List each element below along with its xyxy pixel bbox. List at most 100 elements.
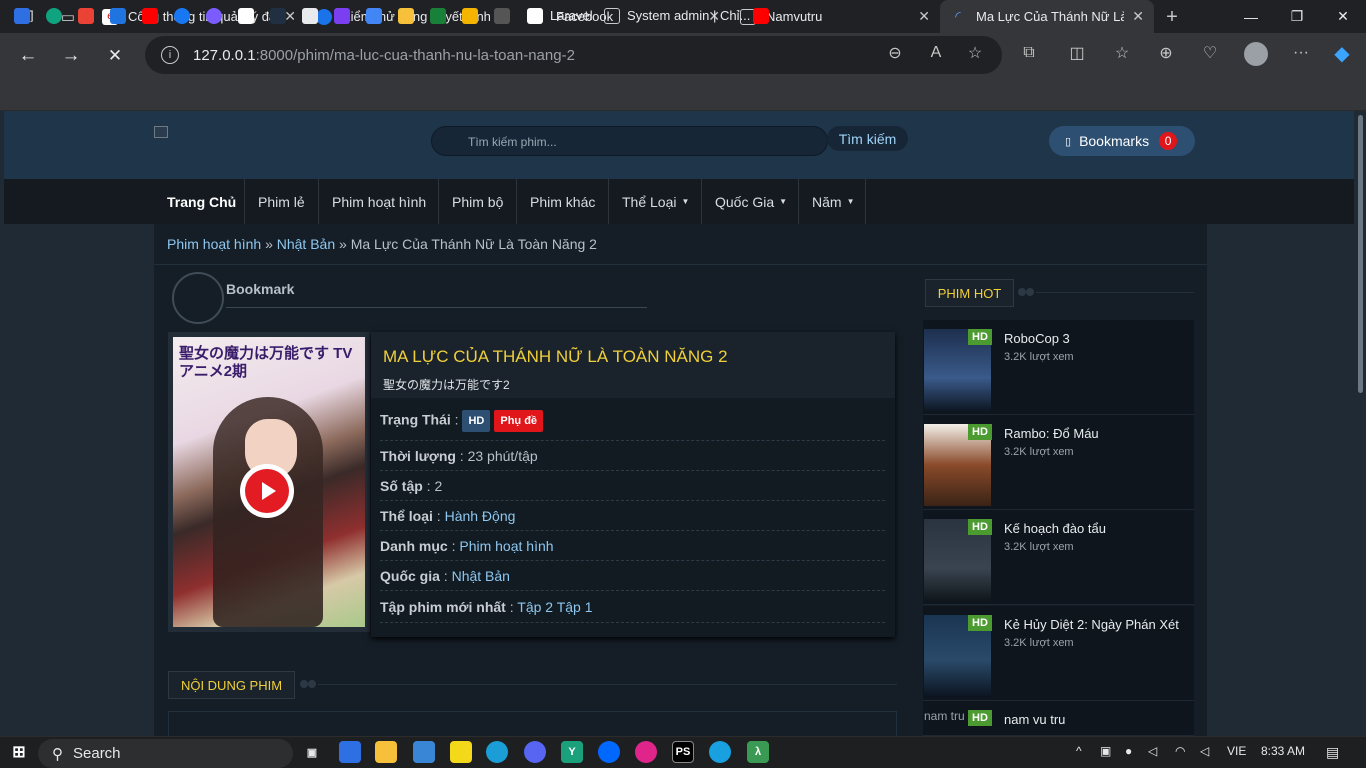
windows-start-icon[interactable]: ⊞: [8, 741, 30, 763]
menu-phim-le[interactable]: Phim lẻ: [258, 179, 305, 224]
site-logo[interactable]: [154, 126, 168, 138]
close-tab-icon[interactable]: ✕: [918, 8, 930, 25]
page-scrollbar[interactable]: [1356, 111, 1366, 736]
sticky-notes-icon[interactable]: [450, 741, 472, 763]
search-button[interactable]: Tìm kiếm: [827, 126, 908, 151]
play-button[interactable]: [240, 464, 294, 518]
app-icon[interactable]: [635, 741, 657, 763]
back-icon[interactable]: ←: [15, 43, 41, 69]
genre-link[interactable]: Hành Động: [445, 508, 516, 524]
menu-phim-bo[interactable]: Phim bộ: [452, 179, 503, 224]
menu-the-loai[interactable]: Thể Loại ▼: [622, 179, 689, 224]
hot-movie-item[interactable]: HD Kế hoạch đào tẩu 3.2K lượt xem: [923, 510, 1194, 605]
bookmarks-button[interactable]: ▯ Bookmarks 0: [1049, 126, 1195, 156]
url-text[interactable]: 127.0.0.1:8000/phim/ma-luc-cua-thanh-nu-…: [193, 47, 575, 64]
folder-icon[interactable]: [398, 8, 414, 24]
youtube-icon[interactable]: [142, 8, 158, 24]
close-tab-icon[interactable]: ✕: [1132, 8, 1144, 25]
hot-movie-item[interactable]: nam tru HD nam vu tru: [923, 701, 1194, 736]
show-hidden-icons[interactable]: ^: [1076, 744, 1082, 758]
bookmark-icon[interactable]: [494, 8, 510, 24]
speaker-icon[interactable]: ◁: [1148, 744, 1157, 758]
laravel-icon[interactable]: [527, 8, 543, 24]
breadcrumb-link-category[interactable]: Phim hoạt hình: [167, 236, 261, 252]
menu-trang-chu[interactable]: Trang Chủ: [167, 179, 236, 224]
bookmark-toggle[interactable]: [172, 272, 224, 324]
app-icon[interactable]: λ: [747, 741, 769, 763]
facebook-icon[interactable]: [174, 8, 190, 24]
movie-views: 3.2K lượt xem: [1004, 351, 1074, 363]
address-bar[interactable]: i 127.0.0.1:8000/phim/ma-luc-cua-thanh-n…: [145, 36, 1002, 74]
performance-icon[interactable]: ♡: [1199, 42, 1221, 64]
minimize-icon[interactable]: —: [1228, 0, 1274, 33]
gmail-icon[interactable]: [78, 8, 94, 24]
tray-icon[interactable]: ▣: [1100, 744, 1111, 758]
menu-phim-hoat-hinh[interactable]: Phim hoạt hình: [332, 179, 426, 224]
messenger-icon[interactable]: [206, 8, 222, 24]
file-explorer-icon[interactable]: [375, 741, 397, 763]
wifi-icon[interactable]: ◠: [1175, 744, 1185, 758]
clock[interactable]: 8:33 AM: [1261, 744, 1305, 758]
mail-icon[interactable]: [413, 741, 435, 763]
favorites-icon[interactable]: ☆: [1111, 42, 1133, 64]
bookmark-icon[interactable]: [270, 8, 286, 24]
notifications-icon[interactable]: ▤: [1326, 744, 1339, 761]
microphone-icon[interactable]: ●: [1125, 744, 1132, 758]
bookmark-icon[interactable]: [14, 8, 30, 24]
chatgpt-icon[interactable]: [46, 8, 62, 24]
more-menu-icon[interactable]: ···: [1290, 42, 1312, 64]
search-input[interactable]: Tìm kiếm phim...: [431, 126, 828, 156]
favorite-star-icon[interactable]: ☆: [964, 42, 986, 64]
bookmark-icon[interactable]: [334, 8, 350, 24]
youtube-icon[interactable]: [753, 8, 769, 24]
collections-icon[interactable]: ⊕: [1155, 42, 1177, 64]
hot-movie-item[interactable]: HD RoboCop 3 3.2K lượt xem: [923, 320, 1194, 415]
close-tab-icon[interactable]: ✕: [284, 8, 296, 25]
store-icon[interactable]: [339, 741, 361, 763]
extensions-icon[interactable]: ⧉: [1018, 42, 1040, 64]
breadcrumb-link-country[interactable]: Nhật Bản: [277, 236, 335, 252]
volume-icon[interactable]: ◁: [1200, 744, 1209, 758]
bookmark-icon[interactable]: [238, 8, 254, 24]
copilot-icon[interactable]: ◆: [1331, 42, 1353, 65]
site-info-icon[interactable]: i: [161, 46, 179, 64]
new-tab-icon[interactable]: +: [1161, 6, 1183, 28]
episode-link[interactable]: Tập 1: [557, 599, 593, 615]
bookmark-laravel[interactable]: Laravel: [550, 8, 593, 23]
zoom-icon[interactable]: ⊖: [884, 42, 906, 64]
page-icon[interactable]: [604, 8, 620, 24]
category-link[interactable]: Phim hoạt hình: [459, 538, 553, 554]
taskbar-search[interactable]: ⚲ Search: [38, 739, 293, 768]
app-icon[interactable]: [709, 741, 731, 763]
hot-movie-item[interactable]: HD Rambo: Đổ Máu 3.2K lượt xem: [923, 415, 1194, 510]
forward-icon[interactable]: →: [58, 43, 84, 69]
zalo-icon[interactable]: [598, 741, 620, 763]
episode-link[interactable]: Tập 2: [517, 599, 553, 615]
bookmark-icon[interactable]: [302, 8, 318, 24]
input-language[interactable]: VIE: [1227, 744, 1246, 758]
close-window-icon[interactable]: ✕: [1320, 0, 1366, 33]
read-aloud-icon[interactable]: A: [925, 42, 947, 64]
discord-icon[interactable]: [524, 741, 546, 763]
menu-separator: [516, 179, 517, 224]
split-screen-icon[interactable]: ◫: [1066, 42, 1088, 64]
menu-nam[interactable]: Năm ▼: [812, 179, 854, 224]
translate-icon[interactable]: [366, 8, 382, 24]
task-view-icon[interactable]: ▣: [301, 741, 323, 763]
tab-ma-luc[interactable]: ◜ Ma Lực Của Thánh Nữ Là To ✕: [940, 0, 1154, 33]
bookmark-system-admin[interactable]: System admin | Chỉ...: [627, 8, 750, 23]
hot-movie-item[interactable]: HD Kẻ Hủy Diệt 2: Ngày Phán Xét 3.2K lượ…: [923, 606, 1194, 701]
stop-icon[interactable]: ✕: [102, 43, 128, 69]
scrollbar-thumb[interactable]: [1358, 115, 1363, 393]
profile-avatar[interactable]: [1244, 42, 1268, 66]
app-icon[interactable]: Y: [561, 741, 583, 763]
edge-icon[interactable]: [486, 741, 508, 763]
country-link[interactable]: Nhật Bản: [452, 568, 510, 584]
phpstorm-icon[interactable]: PS: [672, 741, 694, 763]
restore-icon[interactable]: ❐: [1274, 0, 1320, 33]
bookmark-icon[interactable]: [462, 8, 478, 24]
menu-phim-khac[interactable]: Phim khác: [530, 179, 595, 224]
sheets-icon[interactable]: [430, 8, 446, 24]
bookmark-icon[interactable]: [110, 8, 126, 24]
menu-quoc-gia[interactable]: Quốc Gia ▼: [715, 179, 787, 224]
